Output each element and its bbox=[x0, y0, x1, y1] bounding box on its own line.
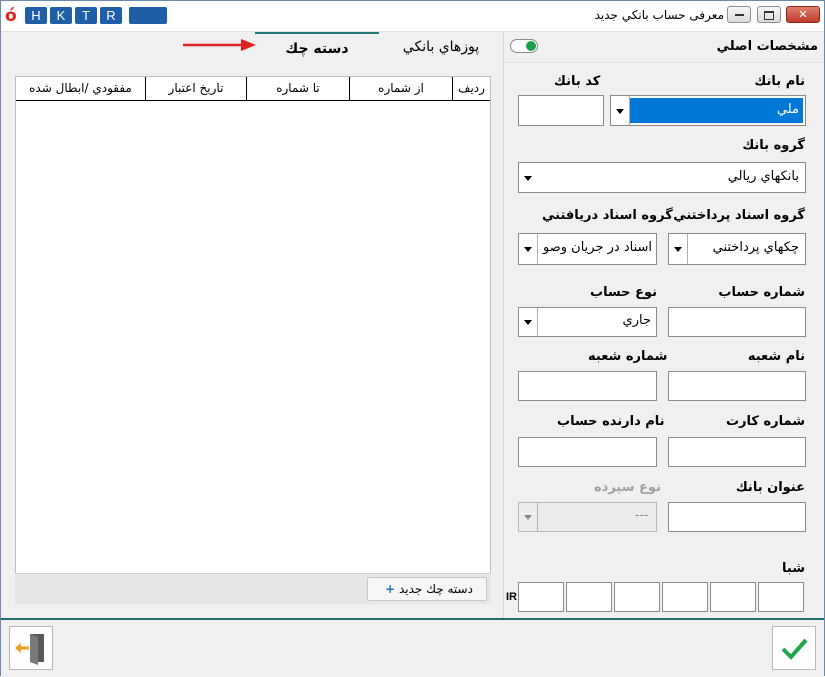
column-header-row-number[interactable]: رديف bbox=[452, 77, 490, 100]
close-icon: ✕ bbox=[798, 8, 808, 21]
checkmark-icon bbox=[781, 638, 808, 660]
table-footer-bar: دسته چك جديد + bbox=[15, 573, 491, 604]
account-type-dropdown-icon[interactable] bbox=[519, 308, 538, 336]
new-check-book-button[interactable]: دسته چك جديد + bbox=[367, 577, 487, 601]
bank-title-label: عنوان بانك bbox=[735, 480, 805, 495]
paid-docs-group-value: چكهاي پرداختني bbox=[712, 240, 799, 255]
bank-name-select[interactable]: ملي bbox=[610, 95, 806, 126]
account-holder-label: نام دارنده حساب bbox=[557, 414, 665, 429]
card-number-input[interactable] bbox=[668, 437, 806, 467]
received-docs-group-select[interactable]: اسناد در جريان وصو bbox=[518, 233, 657, 265]
account-type-value: جاري bbox=[622, 313, 651, 328]
branch-name-input[interactable] bbox=[668, 371, 806, 401]
tab-check-book-label: دسته چك bbox=[285, 41, 349, 57]
paid-docs-group-label: گروه اسناد پرداختني bbox=[673, 208, 805, 223]
minimize-icon bbox=[734, 14, 744, 16]
plus-icon: + bbox=[385, 582, 396, 596]
column-header-from-number[interactable]: از شماره bbox=[349, 77, 452, 100]
sheba-label: شبا bbox=[782, 561, 805, 576]
right-panel: مشخصات اصلي نام بانك كد بانك ملي گروه با… bbox=[503, 32, 824, 618]
bank-code-label: كد بانك bbox=[554, 74, 601, 89]
received-docs-group-value: اسناد در جريان وصو bbox=[542, 240, 652, 255]
restore-icon bbox=[764, 10, 774, 20]
hotkey-button-k[interactable]: K bbox=[50, 7, 72, 24]
deposit-type-dropdown-icon bbox=[519, 503, 538, 531]
left-panel: دسته چك پوزهاي بانكي رديف از شماره تا شم… bbox=[3, 32, 501, 618]
tab-check-book[interactable]: دسته چك bbox=[255, 32, 379, 64]
paid-docs-dropdown-icon[interactable] bbox=[669, 234, 688, 264]
bank-name-dropdown-icon[interactable] bbox=[611, 96, 630, 125]
bank-group-label: گروه بانك bbox=[742, 138, 805, 153]
account-number-label: شماره حساب bbox=[718, 285, 805, 300]
hotkey-bar-end bbox=[129, 7, 167, 24]
bank-title-input[interactable] bbox=[668, 502, 806, 532]
branch-name-label: نام شعبه bbox=[747, 349, 805, 364]
deposit-type-label: نوع سپرده bbox=[594, 480, 661, 495]
paid-docs-group-select[interactable]: چكهاي پرداختني bbox=[668, 233, 806, 265]
deposit-type-select: --- bbox=[518, 502, 657, 532]
bank-code-input[interactable] bbox=[518, 95, 604, 126]
bank-group-value: بانکهاي ريالي bbox=[727, 169, 799, 184]
account-type-label: نوع حساب bbox=[590, 285, 657, 300]
dialog-window: ó H K T R معرفی حساب بانکي جديد ✕ دسته چ… bbox=[0, 0, 825, 677]
restore-button[interactable] bbox=[757, 6, 781, 23]
account-number-input[interactable] bbox=[668, 307, 806, 337]
bank-group-dropdown-icon[interactable] bbox=[519, 163, 537, 192]
received-docs-dropdown-icon[interactable] bbox=[519, 234, 538, 264]
bank-name-value: ملي bbox=[776, 102, 799, 117]
card-number-label: شماره كارت bbox=[725, 414, 805, 429]
minimize-button[interactable] bbox=[727, 6, 751, 23]
red-arrow-icon bbox=[183, 39, 256, 51]
exit-button[interactable] bbox=[9, 626, 53, 670]
confirm-button[interactable] bbox=[772, 626, 816, 670]
bank-group-select[interactable]: بانکهاي ريالي bbox=[518, 162, 806, 193]
tab-bank-pos[interactable]: پوزهاي بانكي bbox=[381, 32, 501, 62]
close-button[interactable]: ✕ bbox=[786, 6, 820, 23]
exit-door-icon bbox=[15, 634, 44, 665]
main-info-toggle[interactable] bbox=[510, 39, 538, 53]
account-type-select[interactable]: جاري bbox=[518, 307, 657, 337]
deposit-type-value: --- bbox=[634, 508, 649, 523]
new-check-book-label: دسته چك جديد bbox=[398, 582, 473, 596]
sheba-segment-4[interactable] bbox=[662, 582, 708, 612]
tab-bank-pos-label: پوزهاي بانكي bbox=[402, 39, 480, 55]
app-logo-icon: ó bbox=[5, 6, 17, 26]
branch-number-input[interactable] bbox=[518, 371, 657, 401]
bank-name-label: نام بانك bbox=[754, 74, 805, 89]
hotkey-button-h[interactable]: H bbox=[25, 7, 47, 24]
hotkey-button-r[interactable]: R bbox=[100, 7, 122, 24]
hotkey-button-t[interactable]: T bbox=[75, 7, 97, 24]
table-header: رديف از شماره تا شماره تاريخ اعتبار مفقو… bbox=[16, 77, 490, 101]
sheba-prefix: IR bbox=[506, 591, 517, 603]
title-bar: ó H K T R معرفی حساب بانکي جديد ✕ bbox=[1, 1, 824, 32]
section-header: مشخصات اصلي bbox=[504, 32, 824, 63]
section-title: مشخصات اصلي bbox=[716, 39, 818, 54]
window-title: معرفی حساب بانکي جديد bbox=[594, 8, 724, 22]
column-header-to-number[interactable]: تا شماره bbox=[246, 77, 349, 100]
sheba-segment-6[interactable] bbox=[758, 582, 804, 612]
column-header-lost-cancelled[interactable]: مفقودي /ابطال شده bbox=[16, 77, 145, 100]
sheba-segment-5[interactable] bbox=[710, 582, 756, 612]
received-docs-group-label: گروه اسناد دريافتني bbox=[542, 208, 673, 223]
column-header-validity-date[interactable]: تاريخ اعتبار bbox=[145, 77, 246, 100]
branch-number-label: شماره شعبه bbox=[588, 349, 668, 364]
sheba-segment-3[interactable] bbox=[614, 582, 660, 612]
check-book-table[interactable]: رديف از شماره تا شماره تاريخ اعتبار مفقو… bbox=[15, 76, 491, 603]
sheba-segment-1[interactable] bbox=[518, 582, 564, 612]
account-holder-input[interactable] bbox=[518, 437, 657, 467]
dialog-footer bbox=[1, 618, 824, 677]
toggle-knob bbox=[526, 41, 536, 51]
sheba-segment-2[interactable] bbox=[566, 582, 612, 612]
